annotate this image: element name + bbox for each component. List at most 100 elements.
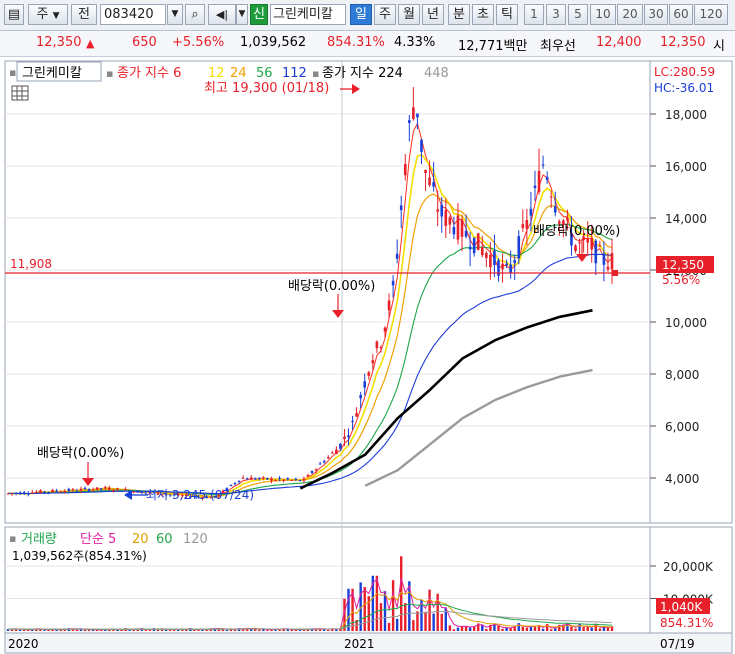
legend-marker-icon: ▪ — [9, 532, 16, 545]
period-tab-second[interactable]: 초 — [472, 4, 494, 25]
candle-body — [529, 208, 533, 216]
candle-body — [480, 247, 484, 256]
period-tab-week[interactable]: 주 — [374, 4, 396, 25]
volume-bar — [586, 626, 589, 631]
period-tab-month[interactable]: 월 — [398, 4, 420, 25]
candle-body — [391, 280, 395, 286]
market-select-value: 주 — [36, 7, 49, 22]
volume-text: 1,039,562주(854.31%) — [12, 549, 147, 563]
candle-body — [505, 263, 508, 266]
period-tab-year[interactable]: 년 — [422, 4, 444, 25]
stock-code-dropdown-icon[interactable]: ▼ — [167, 4, 183, 25]
interval-button-60[interactable]: 60 — [669, 4, 693, 25]
interval-button-1[interactable]: 1 — [524, 4, 544, 25]
market-select[interactable]: 주 ▼ — [28, 4, 68, 25]
stock-code-input[interactable]: 083420 — [100, 4, 166, 25]
volume-bar — [266, 629, 269, 631]
candle-body — [456, 215, 460, 240]
toolbar: ▤ 주 ▼ 전 083420 ▼ ⌕ ◀| ▼ 신 그린케미칼 일 주 월 년 … — [0, 0, 735, 31]
volume-bar — [327, 629, 330, 631]
interval-button-120[interactable]: 120 — [694, 4, 728, 25]
candle-body — [578, 242, 581, 244]
candle-body — [428, 177, 431, 186]
stock-label: 그린케미칼 — [22, 66, 82, 81]
dividend-note-2021b: 배당락(0.00%) — [533, 224, 620, 239]
chart-menu-icon[interactable]: ▤ — [4, 4, 24, 25]
candle-body — [18, 492, 22, 495]
candle-body — [501, 263, 504, 270]
candle-body — [367, 372, 371, 376]
chevron-down-icon: ▼ — [52, 11, 60, 21]
volume-bar — [156, 629, 160, 631]
period-tab-minute[interactable]: 분 — [448, 4, 470, 25]
candle-body — [347, 435, 350, 438]
candle-body — [444, 209, 448, 226]
speaker-dropdown-icon[interactable]: ▼ — [236, 4, 248, 25]
volume-bar — [505, 627, 508, 631]
volume-bar — [144, 629, 148, 631]
stock-name-field[interactable]: 그린케미칼 — [270, 4, 346, 25]
candle-body — [59, 491, 62, 493]
interval-button-5[interactable]: 5 — [568, 4, 588, 25]
price-axis-frame — [649, 60, 733, 524]
candle-body — [594, 240, 598, 264]
candle-body — [35, 491, 38, 493]
volume-bar — [606, 627, 610, 631]
candle-body — [51, 489, 54, 493]
volume-bar — [468, 627, 472, 631]
price-chart[interactable]: 11,908 ▪ 그린케미칼 ▪ 종가 지수 6 12 24 56 112 ▪ … — [0, 57, 735, 654]
volume-bar — [525, 627, 529, 631]
period-tab-day[interactable]: 일 — [350, 4, 372, 25]
search-icon[interactable]: ⌕ — [185, 4, 205, 25]
turnover-rate: 4.33% — [394, 35, 436, 50]
volume-bar — [404, 603, 407, 631]
legend-marker-icon: ▪ — [106, 67, 113, 80]
candle-body — [286, 478, 290, 480]
table-view-icon[interactable] — [11, 85, 29, 101]
candle-body — [10, 493, 14, 495]
interval-button-10[interactable]: 10 — [590, 4, 616, 25]
price-tick-label: 18,000 — [665, 108, 707, 122]
volume-bar — [570, 626, 573, 631]
candle-body — [375, 341, 379, 349]
candle-body — [116, 488, 119, 490]
current-price: 12,350 — [36, 35, 82, 50]
candle-body — [22, 492, 26, 494]
volume-bar — [379, 603, 383, 631]
candle-body — [513, 260, 517, 264]
candle-body — [136, 490, 140, 493]
candle-body — [67, 488, 71, 491]
volume-bar — [501, 628, 504, 631]
ma448-legend: 448 — [424, 66, 449, 81]
volume-bar — [412, 620, 415, 631]
period-tab-tick[interactable]: 틱 — [496, 4, 518, 25]
interval-button-30[interactable]: 30 — [644, 4, 668, 25]
candle-body — [335, 449, 338, 455]
period-code-button[interactable]: 전 — [71, 4, 97, 25]
candle-body — [278, 478, 281, 480]
volume-bar — [464, 626, 468, 631]
interval-button-3[interactable]: 3 — [546, 4, 566, 25]
volume-bar — [440, 613, 443, 631]
ma24-legend: 24 — [230, 66, 247, 81]
candle-body — [545, 176, 549, 180]
candle-body — [574, 245, 577, 252]
volume-bar — [43, 630, 46, 631]
candle-body — [39, 490, 42, 493]
volume-bar — [363, 587, 366, 631]
speaker-icon[interactable]: ◀| — [208, 4, 236, 25]
interval-button-20[interactable]: 20 — [617, 4, 643, 25]
volume-bar — [582, 626, 585, 631]
candle-body — [249, 477, 253, 480]
candle-body — [489, 254, 492, 268]
volume-bar — [193, 629, 196, 631]
candle-body — [521, 224, 525, 228]
trade-amount: 12,771백만 — [458, 39, 528, 54]
candle-body — [598, 245, 602, 247]
candle-body — [83, 488, 87, 490]
candle-body — [464, 230, 468, 237]
candle-body — [43, 491, 46, 493]
candle-body — [87, 489, 91, 491]
candle-body — [339, 443, 342, 449]
candle-body — [298, 480, 302, 482]
